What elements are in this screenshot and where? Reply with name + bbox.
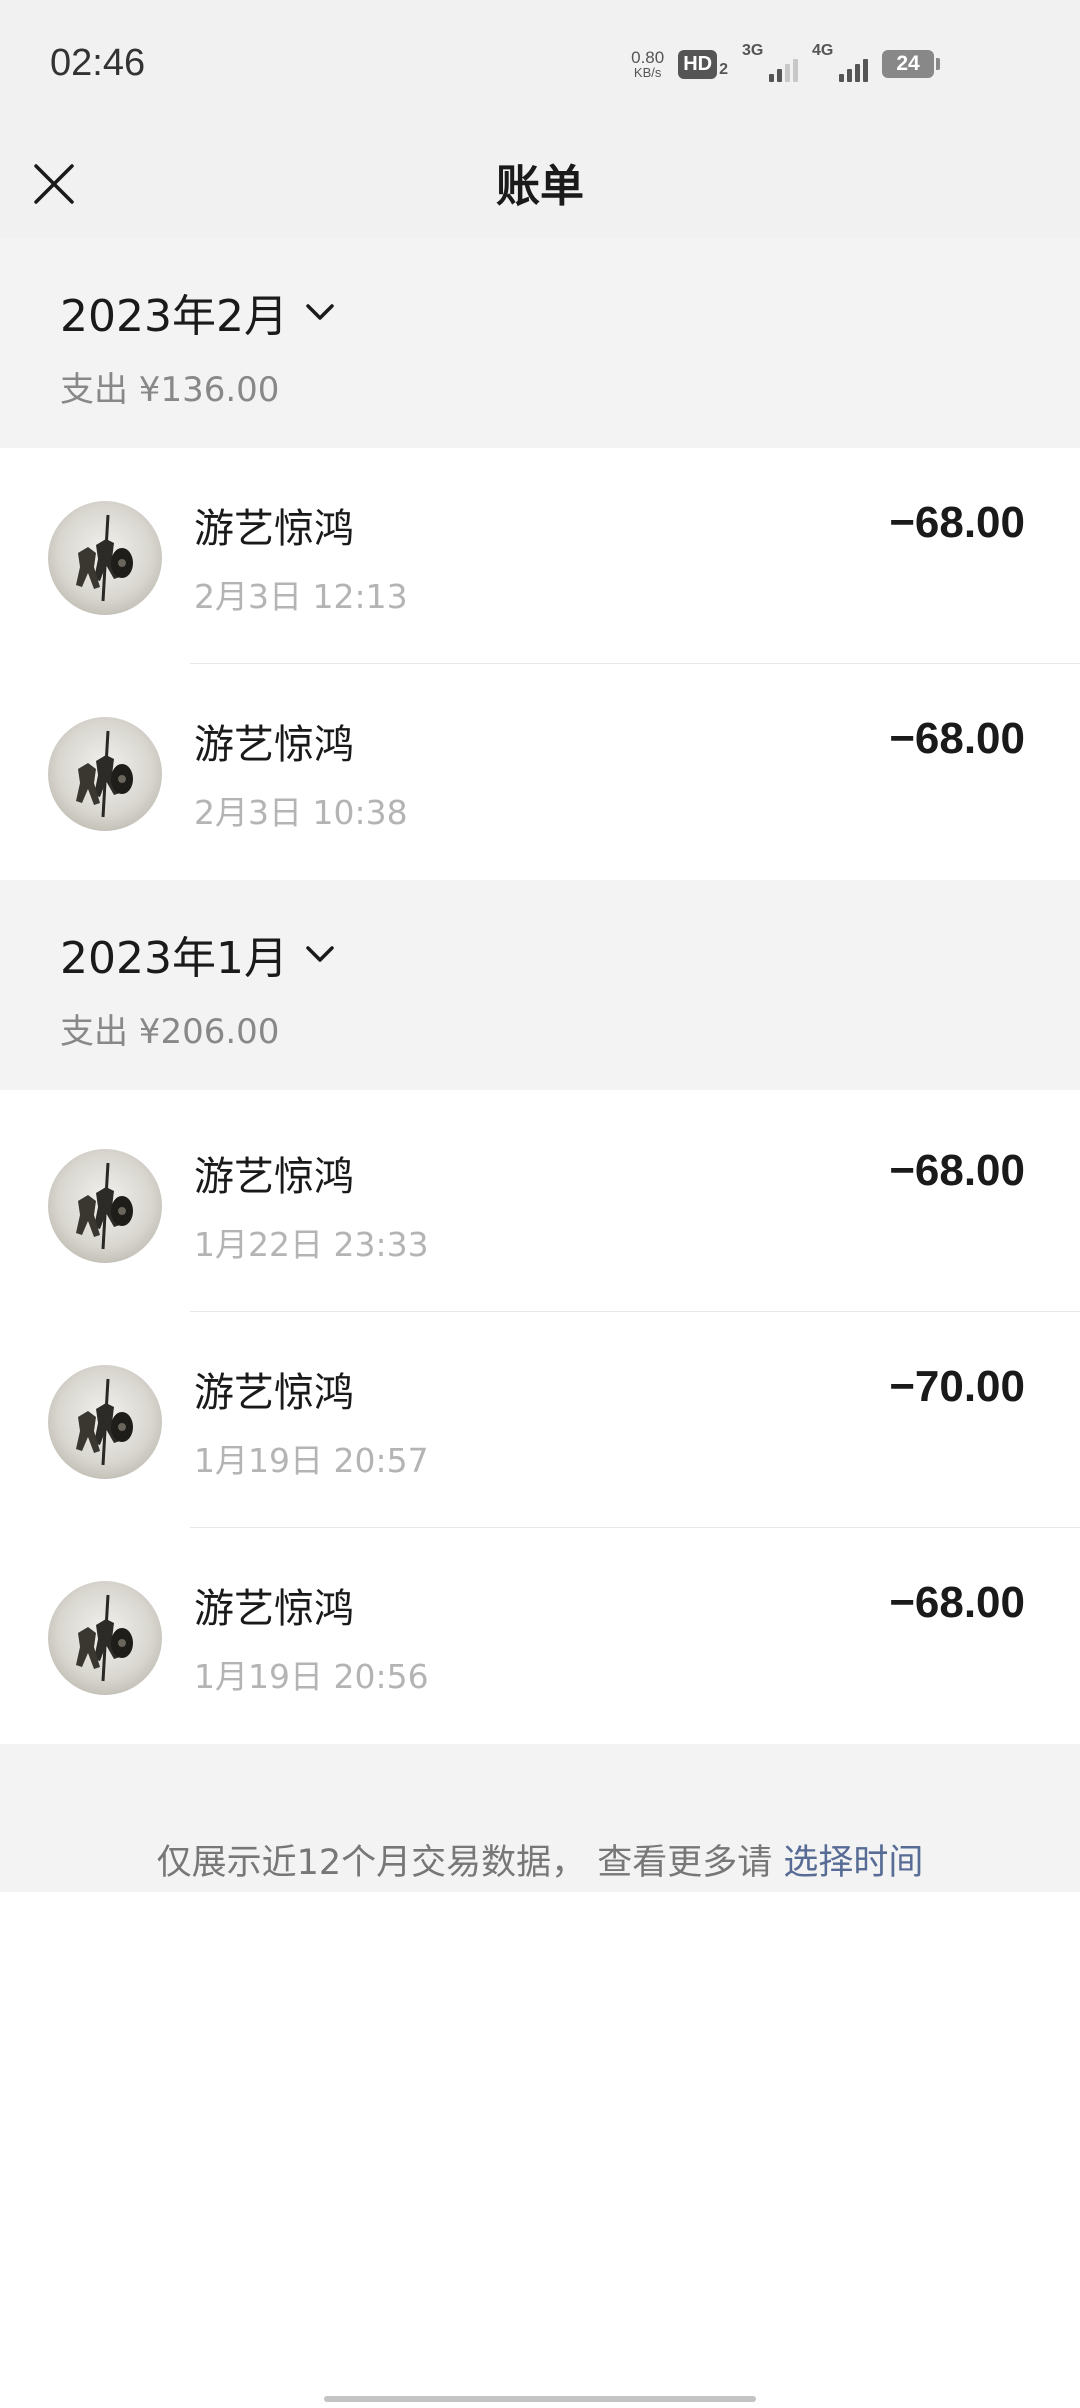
status-bar: 02:46 0.80 KB/s HD 2 3G 4G 24 [0,0,1080,130]
month-header: 2023年1月 支出 ¥206.00 [0,880,1080,1090]
network-speed: 0.80 KB/s [631,49,664,79]
signal-4g-icon: 4G [812,42,868,84]
merchant-name: 游艺惊鸿 [194,1154,354,1200]
transaction-amount: −68.00 [889,1578,1025,1627]
month-expense-summary: 支出 ¥206.00 [60,1012,280,1052]
month-expense-summary: 支出 ¥136.00 [60,370,280,410]
network-speed-value: 0.80 [631,48,665,67]
transaction-list: 游艺惊鸿 2月3日 12:13 −68.00 游艺惊鸿 2月3日 10:38 −… [0,448,1080,880]
nav-bar: 账单 [0,130,1080,238]
network-speed-unit: KB/s [633,65,662,80]
footer-notice: 仅展示近12个月交易数据， 查看更多请 选择时间 [0,1834,1080,1885]
hd-sim: 2 [719,60,728,78]
hd-voice-icon: HD 2 [678,49,728,79]
merchant-name: 游艺惊鸿 [194,1586,354,1632]
transaction-row[interactable]: 游艺惊鸿 1月19日 20:57 −70.00 [0,1312,1080,1528]
month-header: 2023年2月 支出 ¥136.00 [0,238,1080,448]
merchant-avatar [48,1581,162,1695]
signal-3g-icon: 3G [742,42,798,84]
footer-notice-text: 仅展示近12个月交易数据， 查看更多请 [156,1843,784,1883]
status-icons: 0.80 KB/s HD 2 3G 4G 24 [631,42,940,86]
transaction-time: 2月3日 12:13 [194,577,408,616]
home-indicator[interactable] [324,2396,756,2402]
hd-label: HD [678,49,718,79]
transaction-amount: −68.00 [889,498,1025,547]
transaction-amount: −68.00 [889,1146,1025,1195]
transaction-row[interactable]: 游艺惊鸿 1月22日 23:33 −68.00 [0,1096,1080,1312]
transaction-time: 1月19日 20:57 [194,1441,429,1480]
transaction-time: 1月19日 20:56 [194,1657,429,1696]
transaction-amount: −68.00 [889,714,1025,763]
transaction-amount: −70.00 [889,1362,1025,1411]
status-time: 02:46 [50,42,146,84]
month-picker[interactable]: 2023年1月 [60,922,338,986]
transaction-row[interactable]: 游艺惊鸿 2月3日 10:38 −68.00 [0,664,1080,880]
page-title: 账单 [496,161,584,212]
merchant-avatar [48,1365,162,1479]
merchant-name: 游艺惊鸿 [194,1370,354,1416]
transaction-row[interactable]: 游艺惊鸿 2月3日 12:13 −68.00 [0,448,1080,664]
transaction-time: 1月22日 23:33 [194,1225,429,1264]
chevron-down-icon [302,294,338,330]
chevron-down-icon [302,936,338,972]
select-time-link[interactable]: 选择时间 [783,1843,923,1883]
month-label: 2023年1月 [60,933,288,984]
merchant-avatar [48,501,162,615]
transaction-list: 游艺惊鸿 1月22日 23:33 −68.00 游艺惊鸿 1月19日 20:57… [0,1096,1080,1744]
merchant-avatar [48,717,162,831]
footer: 仅展示近12个月交易数据， 查看更多请 选择时间 [0,1744,1080,1892]
merchant-name: 游艺惊鸿 [194,506,354,552]
battery-icon: 24 [882,50,940,78]
signal-4g-label: 4G [812,42,834,59]
signal-3g-label: 3G [742,42,764,59]
transaction-row[interactable]: 游艺惊鸿 1月19日 20:56 −68.00 [0,1528,1080,1744]
month-label: 2023年2月 [60,291,288,342]
transaction-time: 2月3日 10:38 [194,793,408,832]
month-picker[interactable]: 2023年2月 [60,280,338,344]
merchant-avatar [48,1149,162,1263]
merchant-name: 游艺惊鸿 [194,722,354,768]
battery-level: 24 [882,50,934,78]
